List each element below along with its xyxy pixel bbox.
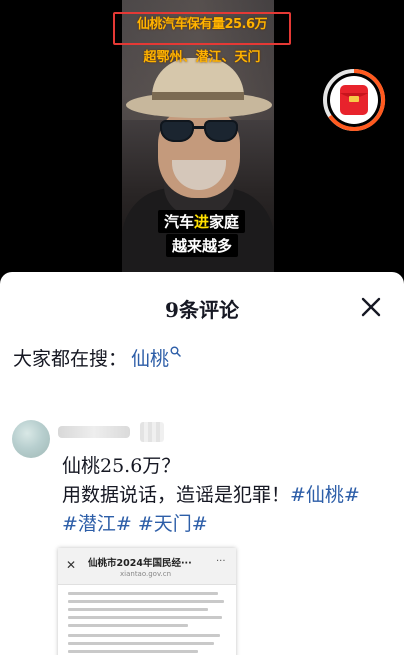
video-caption-line-2: 越来越多 [166,234,239,257]
blurred-username [58,426,130,438]
comment-line-1: 仙桃25.6万？ [62,455,181,477]
sunglasses [160,120,238,142]
comment-text: 仙桃25.6万？ 用数据说话，造谣是犯罪！#仙桃# #潜江# #天门# [62,452,392,539]
comments-title: 9条评论 [165,298,239,322]
search-icon [170,340,181,362]
comments-sheet: 9条评论 大家都在搜： 仙桃 仙桃25.6万？ 用数据说话，造谣是犯罪！#仙桃# … [0,272,404,655]
hashtag-link[interactable]: #仙桃# [290,484,360,506]
hashtag-link[interactable]: #潜江# [62,513,132,535]
document-url: xiantao.gov.cn [120,570,172,578]
video-sub-headline: 超鄂州、潜江、天门 [143,50,261,65]
video-caption-line-1: 汽车进家庭 [158,210,246,233]
blurred-badge [140,422,164,442]
search-prefix-label: 大家都在搜： [13,348,128,370]
search-term-link[interactable]: 仙桃 [131,348,169,370]
document-title: 仙桃市2024年国民经··· [88,558,192,569]
attached-document-image[interactable]: ✕ 仙桃市2024年国民经··· xiantao.gov.cn ··· [58,548,236,655]
red-packet-icon[interactable] [320,66,388,134]
headline-highlight-box [113,12,291,45]
hashtag-link[interactable]: #天门# [138,513,208,535]
video-player[interactable]: 数据 仙桃汽车保有量25.6万 超鄂州、潜江、天门 汽车进家庭 越来越多 [0,0,404,272]
avatar[interactable] [12,420,50,458]
more-icon: ··· [216,556,226,567]
close-icon: ✕ [66,558,77,572]
document-header: ✕ 仙桃市2024年国民经··· xiantao.gov.cn ··· [58,548,236,585]
comment-line-2: 用数据说话，造谣是犯罪！#仙桃# [62,484,360,506]
comment-line-3: #潜江# #天门# [62,510,392,539]
trending-search-row[interactable]: 大家都在搜： 仙桃 [13,340,181,371]
close-icon[interactable] [358,294,384,320]
